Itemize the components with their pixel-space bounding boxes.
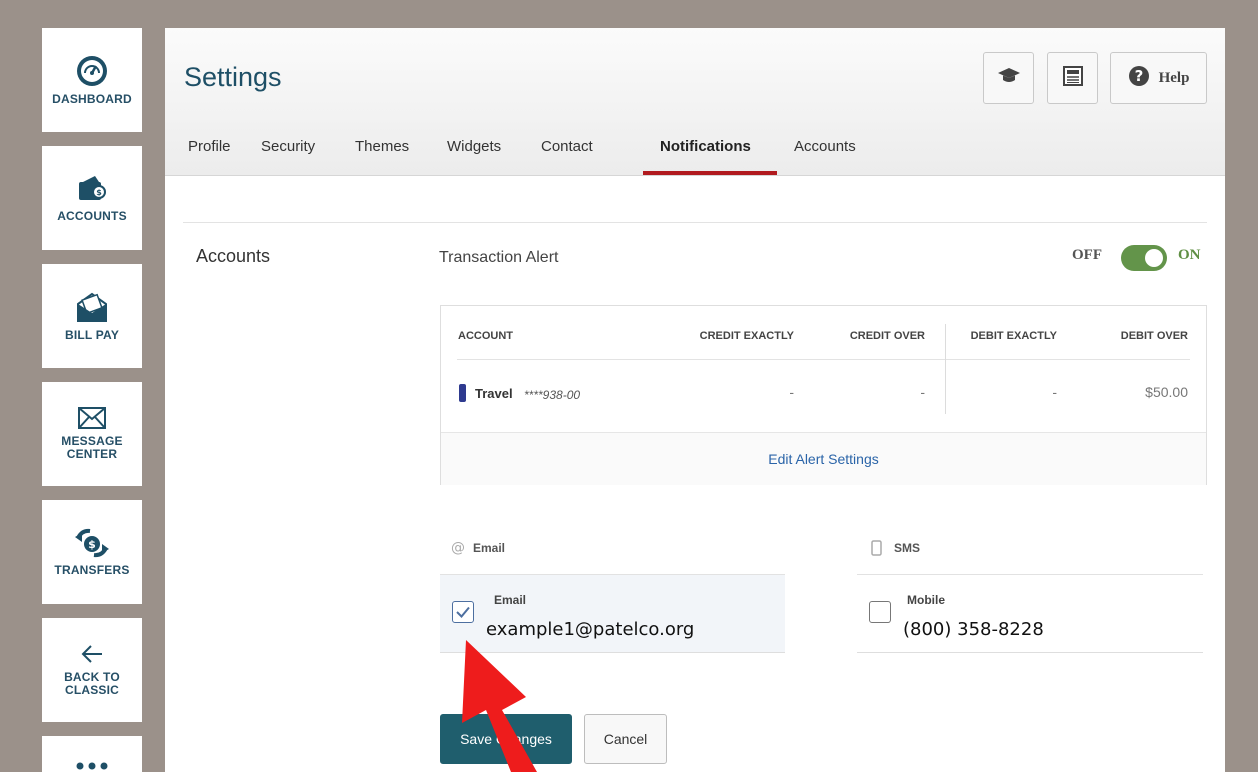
table-header-divider xyxy=(457,359,1190,360)
column-header-account: ACCOUNT xyxy=(458,330,513,342)
sidebar-item-label: BILL PAY xyxy=(64,327,120,342)
alert-title: Transaction Alert xyxy=(439,249,559,266)
transfer-dollar-icon: $ xyxy=(74,528,110,558)
email-address: example1@patelco.org xyxy=(486,619,695,640)
sidebar-item-label: DASHBOARD xyxy=(52,91,132,106)
help-circle-icon: ? xyxy=(1128,65,1150,92)
transaction-alert-toggle[interactable] xyxy=(1121,245,1167,271)
sidebar-item-transfers[interactable]: $ TRANSFERS xyxy=(42,500,142,604)
credit-over-value: - xyxy=(920,384,925,400)
svg-text:$: $ xyxy=(96,188,102,197)
sidebar-item-bill-pay[interactable]: BILL PAY xyxy=(42,264,142,368)
cancel-button[interactable]: Cancel xyxy=(584,714,667,764)
credit-exactly-value: - xyxy=(789,384,794,400)
sidebar-item-dashboard[interactable]: DASHBOARD xyxy=(42,28,142,132)
mobile-checkbox[interactable] xyxy=(869,601,891,623)
checkmark-icon xyxy=(456,606,470,618)
tab-themes[interactable]: Themes xyxy=(355,138,409,155)
account-number: ****938-00 xyxy=(524,388,581,402)
sidebar-item-accounts[interactable]: $ ACCOUNTS xyxy=(42,146,142,250)
settings-header: Settings ? Help Profile Security Themes … xyxy=(165,28,1225,176)
sms-header-label: SMS xyxy=(894,541,921,555)
newspaper-icon xyxy=(1062,65,1083,91)
account-color-marker xyxy=(459,384,466,402)
mobile-number: (800) 358-8228 xyxy=(903,619,1044,640)
column-header-debit-exactly: DEBIT EXACTLY xyxy=(970,330,1057,342)
sidebar-item-label: TRANSFERS xyxy=(54,562,130,577)
alert-table: ACCOUNT CREDIT EXACTLY CREDIT OVER DEBIT… xyxy=(440,305,1207,485)
save-changes-button[interactable]: Save Changes xyxy=(440,714,572,764)
email-header-label: Email xyxy=(473,541,506,555)
page-title: Settings xyxy=(184,62,282,92)
sms-contact-option: Mobile (800) 358-8228 xyxy=(857,574,1203,653)
tab-widgets[interactable]: Widgets xyxy=(447,138,501,155)
help-label: Help xyxy=(1158,69,1190,86)
envelope-icon xyxy=(78,407,106,429)
email-contact-option: Email example1@patelco.org xyxy=(440,574,785,653)
email-checkbox[interactable] xyxy=(452,601,474,623)
sidebar-item-more[interactable] xyxy=(42,736,142,772)
active-tab-indicator xyxy=(643,171,777,175)
bill-envelope-icon xyxy=(75,291,109,323)
dashboard-gauge-icon xyxy=(76,55,108,87)
debit-exactly-value: - xyxy=(1052,384,1057,400)
mobile-phone-icon xyxy=(871,540,882,556)
email-section-header: @ Email xyxy=(451,540,505,556)
sidebar-item-label: ACCOUNTS xyxy=(57,208,127,223)
help-button[interactable]: ? Help xyxy=(1110,52,1207,104)
column-header-credit-over: CREDIT OVER xyxy=(849,330,925,342)
email-field-label: Email xyxy=(494,593,527,607)
learning-button[interactable] xyxy=(983,52,1034,104)
settings-panel: Settings ? Help Profile Security Themes … xyxy=(165,28,1225,772)
alert-table-footer: Edit Alert Settings xyxy=(441,432,1206,485)
svg-text:?: ? xyxy=(1134,67,1143,85)
debit-over-value: $50.00 xyxy=(1145,384,1188,400)
edit-alert-settings-link[interactable]: Edit Alert Settings xyxy=(441,451,1206,467)
at-sign-icon: @ xyxy=(451,540,465,556)
credit-debit-divider xyxy=(945,324,946,414)
toggle-off-label: OFF xyxy=(1072,247,1102,263)
sidebar-item-back-to-classic[interactable]: BACK TO CLASSIC xyxy=(42,618,142,722)
arrow-left-icon xyxy=(80,643,104,665)
sms-section-header: SMS xyxy=(871,540,920,556)
news-button[interactable] xyxy=(1047,52,1098,104)
tab-profile[interactable]: Profile xyxy=(188,138,231,155)
tab-security[interactable]: Security xyxy=(261,138,315,155)
tab-notifications[interactable]: Notifications xyxy=(660,138,751,155)
sidebar-item-label: MESSAGE CENTER xyxy=(61,434,123,461)
toggle-knob xyxy=(1145,249,1163,267)
tab-accounts[interactable]: Accounts xyxy=(794,138,856,155)
more-dots-icon xyxy=(75,762,109,770)
column-header-debit-over: DEBIT OVER xyxy=(1120,330,1188,342)
section-heading: Accounts xyxy=(196,246,271,266)
graduation-cap-icon xyxy=(997,67,1021,90)
mobile-field-label: Mobile xyxy=(907,593,945,607)
svg-text:$: $ xyxy=(88,538,96,551)
wallet-icon: $ xyxy=(77,174,107,204)
sidebar-item-label: BACK TO CLASSIC xyxy=(64,670,120,697)
account-name: Travel xyxy=(475,386,513,401)
column-header-credit-exactly: CREDIT EXACTLY xyxy=(699,330,794,342)
section-divider xyxy=(183,222,1207,223)
tab-contact[interactable]: Contact xyxy=(541,138,593,155)
toggle-on-label: ON xyxy=(1178,247,1201,263)
sidebar-item-message-center[interactable]: MESSAGE CENTER xyxy=(42,382,142,486)
